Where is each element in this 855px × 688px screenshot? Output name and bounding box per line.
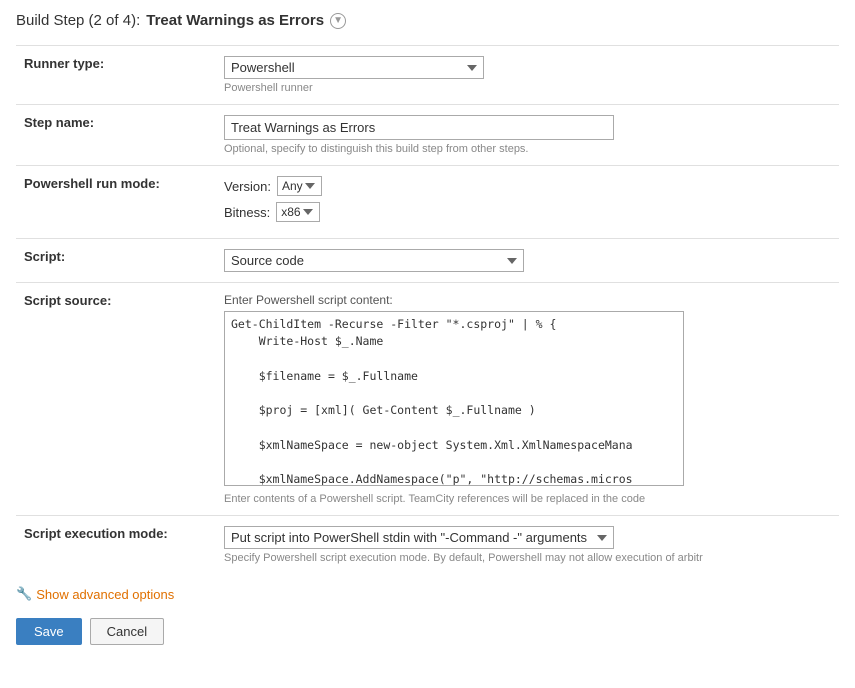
script-enter-label: Enter Powershell script content: xyxy=(224,293,831,307)
step-name-row: Step name: Optional, specify to distingu… xyxy=(16,105,839,166)
build-step-name: Treat Warnings as Errors xyxy=(146,12,324,29)
step-name-input[interactable] xyxy=(224,115,614,140)
powershell-run-mode-row: Powershell run mode: Version: Any Bitnes… xyxy=(16,166,839,239)
page-title: Build Step (2 of 4): Treat Warnings as E… xyxy=(16,12,839,29)
build-step-prefix: Build Step (2 of 4): xyxy=(16,12,140,29)
show-advanced-row: 🔧 Show advanced options xyxy=(16,586,839,602)
script-block xyxy=(224,311,831,489)
show-advanced-label: Show advanced options xyxy=(36,587,174,602)
button-row: Save Cancel xyxy=(16,618,839,645)
script-select[interactable]: Source code xyxy=(224,249,524,272)
script-hint: Enter contents of a Powershell script. T… xyxy=(224,493,684,505)
script-row: Script: Source code xyxy=(16,239,839,283)
script-execution-mode-label: Script execution mode: xyxy=(24,526,168,541)
script-source-label: Script source: xyxy=(24,293,111,308)
script-label: Script: xyxy=(24,249,65,264)
save-button[interactable]: Save xyxy=(16,618,82,645)
version-label: Version: xyxy=(224,179,271,194)
runner-type-hint: Powershell runner xyxy=(224,82,831,94)
script-source-row: Script source: Enter Powershell script c… xyxy=(16,283,839,516)
script-execution-mode-select[interactable]: Put script into PowerShell stdin with "-… xyxy=(224,526,614,549)
version-select[interactable]: Any xyxy=(277,176,322,196)
script-textarea[interactable] xyxy=(224,311,684,486)
show-advanced-link[interactable]: 🔧 Show advanced options xyxy=(16,586,839,602)
bitness-select[interactable]: x86 xyxy=(276,202,320,222)
cancel-button[interactable]: Cancel xyxy=(90,618,164,645)
form-table: Runner type: Powershell Powershell runne… xyxy=(16,45,839,574)
script-execution-mode-row: Script execution mode: Put script into P… xyxy=(16,516,839,575)
bitness-label: Bitness: xyxy=(224,205,270,220)
runner-type-row: Runner type: Powershell Powershell runne… xyxy=(16,46,839,105)
powershell-run-mode-label: Powershell run mode: xyxy=(24,176,160,191)
step-name-hint: Optional, specify to distinguish this bu… xyxy=(224,143,831,155)
wrench-icon: 🔧 xyxy=(16,586,32,602)
info-icon[interactable]: ▼ xyxy=(330,13,346,29)
runner-type-label: Runner type: xyxy=(24,56,104,71)
script-execution-mode-hint: Specify Powershell script execution mode… xyxy=(224,552,831,564)
step-name-label: Step name: xyxy=(24,115,94,130)
runner-type-select[interactable]: Powershell xyxy=(224,56,484,79)
